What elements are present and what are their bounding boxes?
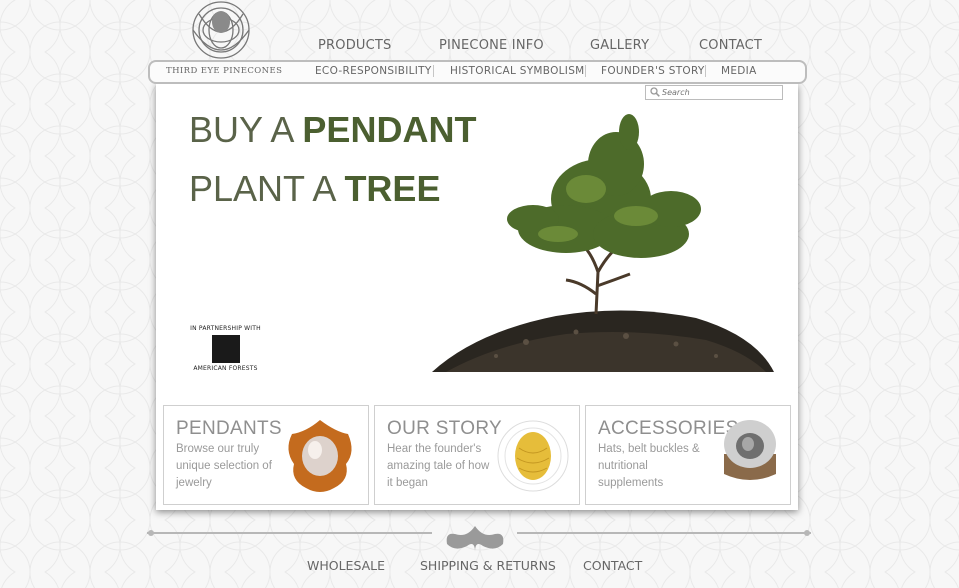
nav-divider xyxy=(433,65,434,77)
belt-buckle-image xyxy=(724,420,776,480)
nav-gallery[interactable]: GALLERY xyxy=(590,38,649,53)
footer-shipping-returns[interactable]: SHIPPING & RETURNS xyxy=(420,558,556,573)
card-title: PENDANTS xyxy=(176,418,282,439)
tree-on-soil-image xyxy=(432,114,774,372)
nav-founders-story[interactable]: FOUNDER'S STORY xyxy=(601,65,705,77)
search-icon[interactable] xyxy=(650,87,660,97)
pendant-image xyxy=(288,420,352,492)
logo-mandala-icon[interactable] xyxy=(180,0,262,66)
nav-products[interactable]: PRODUCTS xyxy=(318,38,392,53)
nav-divider xyxy=(705,65,706,77)
card-pendants[interactable]: PENDANTS Browse our truly unique selecti… xyxy=(163,405,369,505)
card-description: Hats, belt buckles & nutritional supplem… xyxy=(598,443,700,489)
card-description: Browse our truly unique selection of jew… xyxy=(176,443,272,489)
footer-contact[interactable]: CONTACT xyxy=(583,558,642,573)
partner-badge[interactable]: IN PARTNERSHIP WITH AMERICAN FORESTS xyxy=(183,325,268,372)
partner-intro: IN PARTNERSHIP WITH xyxy=(190,325,261,332)
footer-wholesale[interactable]: WHOLESALE xyxy=(307,558,385,573)
search-input[interactable] xyxy=(662,86,778,99)
card-accessories[interactable]: ACCESSORIES Hats, belt buckles & nutriti… xyxy=(585,405,791,505)
nav-divider xyxy=(585,65,586,77)
main-panel: BUY A PENDANT PLANT A TREE IN PARTNERSHI xyxy=(156,84,798,510)
footer-ornament-icon xyxy=(147,526,811,552)
hero-line-1-prefix: BUY A xyxy=(189,109,303,150)
nav-eco-responsibility[interactable]: ECO-RESPONSIBILITY xyxy=(315,65,432,77)
nav-contact[interactable]: CONTACT xyxy=(699,38,762,53)
card-our-story[interactable]: OUR STORY Hear the founder's amazing tal… xyxy=(374,405,580,505)
card-title: OUR STORY xyxy=(387,418,502,439)
golden-pinecone-image xyxy=(497,420,569,492)
brand-name: THIRD EYE PINECONES xyxy=(166,66,283,76)
nav-media[interactable]: MEDIA xyxy=(721,65,757,77)
partner-name: AMERICAN FORESTS xyxy=(193,365,258,372)
search-box[interactable] xyxy=(645,85,783,100)
card-description: Hear the founder's amazing tale of how i… xyxy=(387,443,490,489)
nav-historical-symbolism[interactable]: HISTORICAL SYMBOLISM xyxy=(450,65,585,77)
nav-pinecone-info[interactable]: PINECONE INFO xyxy=(439,38,544,53)
american-forests-logo-icon xyxy=(211,335,240,363)
